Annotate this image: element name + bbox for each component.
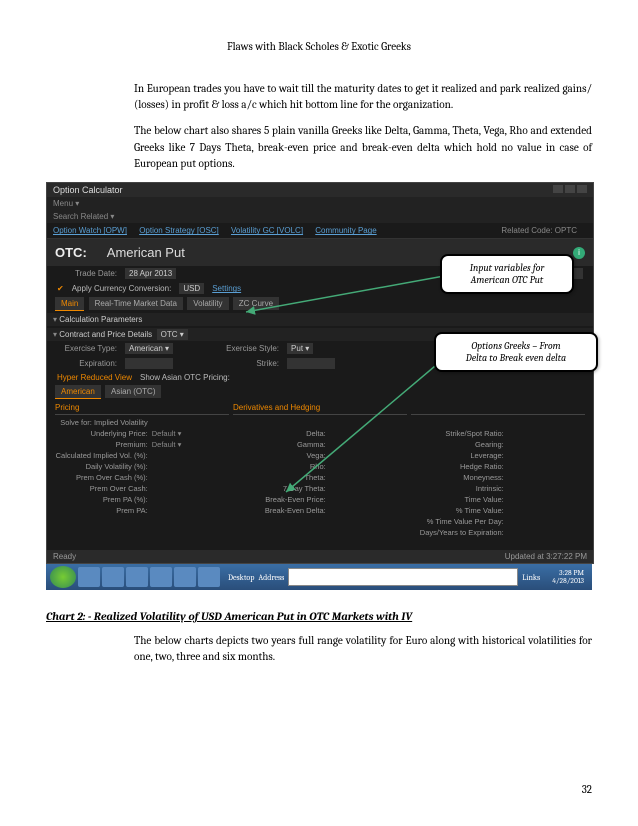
derivatives-header: Derivatives and Hedging [233,401,407,415]
otc-chip[interactable]: OTC ▾ [157,329,188,340]
taskbar-icon[interactable] [78,567,100,587]
search-field[interactable]: Search Related ▾ [53,212,114,221]
sub-tabs: Main Real-Time Market Data Volatility ZC… [47,296,593,311]
trade-date-value[interactable]: 28 Apr 2013 [125,268,176,279]
desktop-label: Desktop [228,573,254,582]
pricing-tab-asian[interactable]: Asian (OTC) [105,385,161,398]
callout-greeks: Options Greeks – FromDelta to Break even… [434,332,598,372]
nav-tabs: Option Watch [OPW] Option Strategy [OSC]… [47,223,593,239]
status-bar: Ready Updated at 3:27:22 PM [47,550,593,563]
pricing-column: Pricing Solve for: Implied Volatility Un… [55,401,229,538]
strike-value[interactable] [287,358,335,369]
page-header: Flaws with Black Scholes & Exotic Greeks [46,40,592,53]
menu-button[interactable]: Menu ▾ [53,199,79,208]
taskbar-icon[interactable] [174,567,196,587]
option-calculator-app: Option Calculator Menu ▾ Search Related … [46,182,594,564]
address-label: Address [258,573,284,582]
system-clock[interactable]: 3:28 PM4/28/2013 [548,569,588,586]
related-code: Related Code: OPTC [501,226,577,235]
hyper-reduced-link[interactable]: Hyper Reduced View [57,373,132,382]
app-titlebar: Option Calculator [47,183,593,197]
subtab-realtime[interactable]: Real-Time Market Data [89,297,183,310]
show-asian-label: Show Asian OTC Pricing: [140,373,230,382]
paragraph-1: In European trades you have to wait till… [134,81,592,113]
otc-label: OTC: [55,245,87,260]
windows-taskbar: Desktop Address Links 3:28 PM4/28/2013 [46,564,592,590]
taskbar-icon[interactable] [102,567,124,587]
pricing-tab-american[interactable]: American [55,385,101,399]
apply-cc-label: Apply Currency Conversion: [72,284,172,293]
pricing-header: Pricing [55,401,229,415]
subtab-main[interactable]: Main [55,297,84,311]
paragraph-3: The below charts depicts two years full … [134,633,592,665]
chart-2-title: Chart 2: - Realized Volatility of USD Am… [46,610,592,623]
trade-date-label: Trade Date: [57,269,117,278]
settings-link[interactable]: Settings [212,284,241,293]
instrument-name: American Put [107,245,185,260]
paragraph-2: The below chart also shares 5 plain vani… [134,123,592,172]
strike-label: Strike: [219,359,279,368]
exercise-type-label: Exercise Type: [57,344,117,353]
tab-community[interactable]: Community Page [315,226,376,235]
app-title-text: Option Calculator [53,185,123,195]
tab-option-strategy[interactable]: Option Strategy [OSC] [139,226,219,235]
derivatives-column: Derivatives and Hedging Delta:Gamma:Vega… [233,401,407,538]
page-number: 32 [582,783,592,796]
calc-params-header[interactable]: Calculation Parameters [47,313,593,326]
tab-volatility[interactable]: Volatility GC [VOLC] [231,226,303,235]
subtab-zccurve[interactable]: ZC Curve [233,297,279,310]
exercise-style-dropdown[interactable]: Put ▾ [287,343,313,354]
status-ready: Ready [53,552,76,561]
ratios-column: Strike/Spot Ratio:Gearing:Leverage:Hedge… [411,401,585,538]
screenshot-container: Option Calculator Menu ▾ Search Related … [46,182,592,590]
status-updated: Updated at 3:27:22 PM [505,552,587,561]
currency-dropdown[interactable]: USD [179,283,204,294]
apply-cc-checkbox[interactable]: ✔ [57,284,64,293]
info-icon[interactable]: i [573,247,585,259]
expiration-value[interactable] [125,358,173,369]
taskbar-icon[interactable] [150,567,172,587]
callout-input-vars: Input variables forAmerican OTC Put [440,254,574,294]
exercise-type-dropdown[interactable]: American ▾ [125,343,173,354]
window-buttons[interactable] [551,185,587,195]
address-input[interactable] [288,568,518,586]
taskbar-icon[interactable] [198,567,220,587]
links-label: Links [522,573,540,582]
taskbar-icon[interactable] [126,567,148,587]
expiration-label: Expiration: [57,359,117,368]
subtab-volatility[interactable]: Volatility [187,297,228,310]
start-button[interactable] [50,566,76,588]
tab-option-watch[interactable]: Option Watch [OPW] [53,226,127,235]
exercise-style-label: Exercise Style: [219,344,279,353]
